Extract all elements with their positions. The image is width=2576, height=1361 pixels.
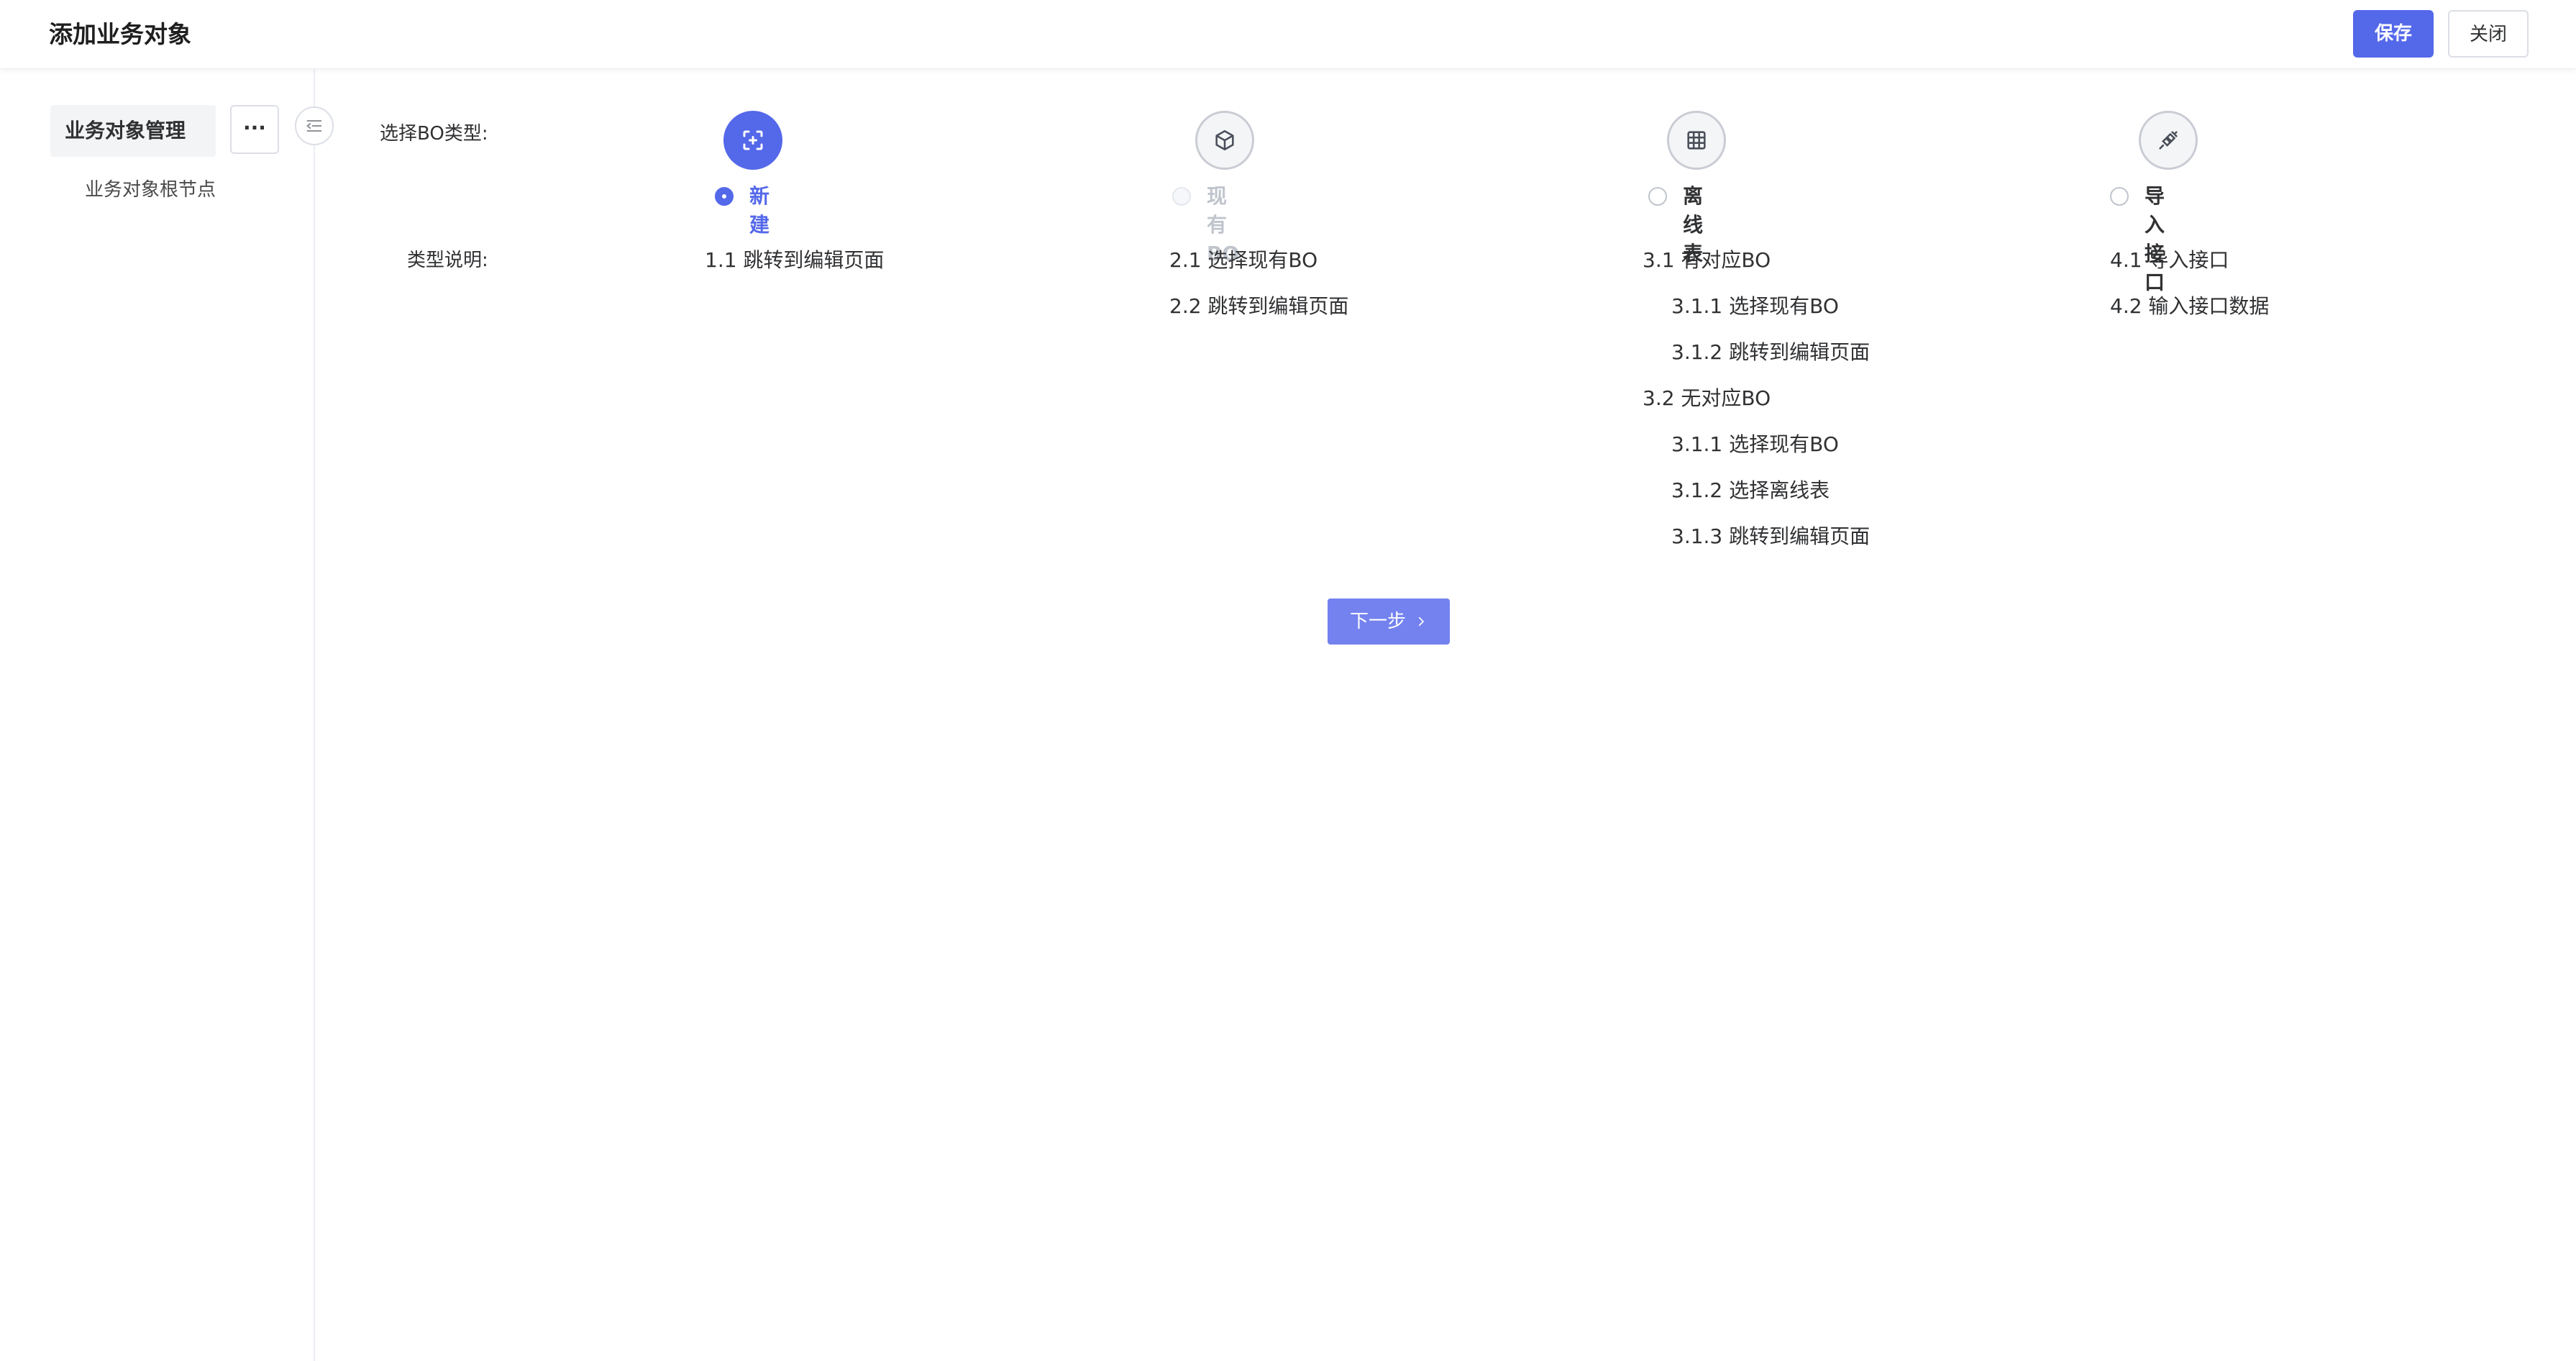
tree-root-node[interactable]: 业务对象管理 bbox=[50, 105, 216, 157]
type-radio-1[interactable] bbox=[715, 187, 734, 206]
sidebar-tree: 业务对象管理 ··· 业务对象根节点 bbox=[0, 69, 315, 1361]
bo-type-label: 选择BO类型: bbox=[380, 123, 488, 145]
type-desc-line: 3.1.1 选择现有BO bbox=[1671, 432, 1839, 456]
type-radio-3[interactable] bbox=[1648, 187, 1667, 206]
type-desc-line: 4.1 导入接口 bbox=[2110, 248, 2229, 272]
page-title: 添加业务对象 bbox=[49, 20, 191, 48]
next-step-button[interactable]: 下一步 bbox=[1328, 598, 1450, 645]
type-desc-line: 2.2 跳转到编辑页面 bbox=[1169, 294, 1349, 318]
scan-plus-icon[interactable] bbox=[723, 111, 782, 170]
type-radio-2 bbox=[1172, 187, 1191, 206]
type-desc-line: 3.1.1 选择现有BO bbox=[1671, 294, 1839, 318]
type-desc-line: 3.1.3 跳转到编辑页面 bbox=[1671, 524, 1871, 548]
chevron-right-icon bbox=[1418, 616, 1424, 627]
type-desc-line: 1.1 跳转到编辑页面 bbox=[705, 248, 885, 272]
plug-icon[interactable] bbox=[2139, 111, 2198, 170]
sidebar-collapse-button[interactable] bbox=[295, 106, 334, 145]
type-desc-line: 4.2 输入接口数据 bbox=[2110, 294, 2270, 318]
type-desc-line: 3.1.2 选择离线表 bbox=[1671, 478, 1830, 502]
type-desc-line: 3.1 有对应BO bbox=[1643, 248, 1771, 272]
next-step-label: 下一步 bbox=[1349, 611, 1406, 632]
save-button[interactable]: 保存 bbox=[2353, 10, 2434, 58]
type-desc-label: 类型说明: bbox=[407, 250, 488, 271]
tree-child-node[interactable]: 业务对象根节点 bbox=[85, 176, 216, 204]
close-button[interactable]: 关闭 bbox=[2448, 10, 2529, 58]
page-header: 添加业务对象 保存 关闭 bbox=[0, 0, 2576, 69]
more-options-button[interactable]: ··· bbox=[230, 105, 279, 154]
type-radio-label-4[interactable]: 导入接口 bbox=[2145, 182, 2165, 297]
table-icon[interactable] bbox=[1667, 111, 1726, 170]
collapse-list-icon bbox=[306, 119, 322, 132]
type-desc-line: 3.1.2 跳转到编辑页面 bbox=[1671, 340, 1871, 364]
type-radio-4[interactable] bbox=[2110, 187, 2129, 206]
type-radio-label-1[interactable]: 新建 bbox=[749, 182, 769, 240]
cube-icon bbox=[1195, 111, 1254, 170]
type-desc-line: 3.2 无对应BO bbox=[1643, 386, 1771, 410]
type-desc-line: 2.1 选择现有BO bbox=[1169, 248, 1318, 272]
